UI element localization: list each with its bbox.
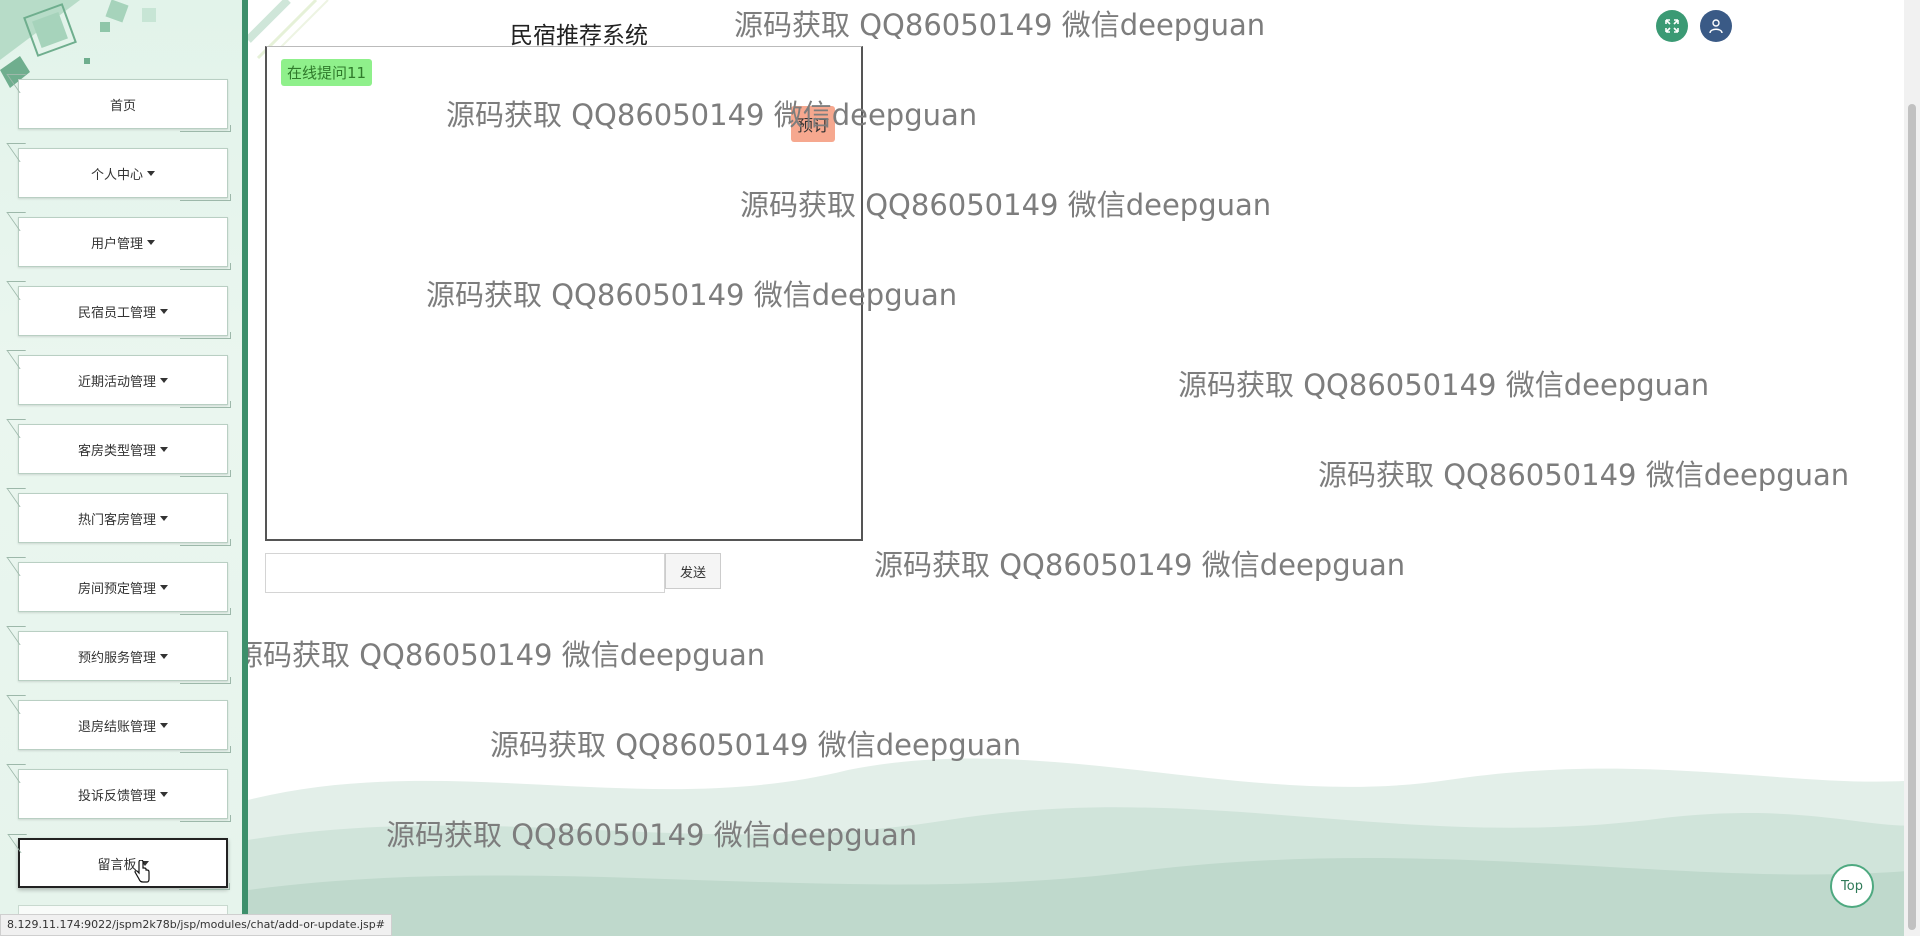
caret-down-icon xyxy=(160,446,168,452)
wave-background xyxy=(248,758,1920,936)
scrollbar-thumb[interactable] xyxy=(1908,104,1916,930)
page-title: 民宿推荐系统 xyxy=(510,23,648,49)
sidebar-item-activity-management[interactable]: 近期活动管理 xyxy=(18,355,231,408)
sidebar-item-service-management[interactable]: 预约服务管理 xyxy=(18,631,231,684)
sidebar-item-home[interactable]: 首页 xyxy=(18,79,231,132)
watermark-text: 源码获取 QQ86050149 微信deepguan xyxy=(874,548,1406,582)
caret-down-icon xyxy=(147,170,155,176)
sidebar-item-checkout-management[interactable]: 退房结账管理 xyxy=(18,700,231,753)
caret-down-icon xyxy=(160,722,168,728)
caret-down-icon xyxy=(160,377,168,383)
sidebar-item-hot-room-management[interactable]: 热门客房管理 xyxy=(18,493,231,546)
chat-reply-message: 预订 xyxy=(791,106,836,142)
user-button[interactable] xyxy=(1700,10,1732,42)
hand-pointer-icon xyxy=(134,860,150,883)
sidebar-item-label: 预约服务管理 xyxy=(77,650,156,666)
chat-input[interactable] xyxy=(265,553,665,593)
page-scrollbar[interactable] xyxy=(1904,0,1920,936)
send-button[interactable]: 发送 xyxy=(665,553,721,589)
sidebar-item-label: 热门客房管理 xyxy=(77,512,156,528)
sidebar-item-staff-management[interactable]: 民宿员工管理 xyxy=(18,286,231,339)
sidebar-item-booking-management[interactable]: 房间预定管理 xyxy=(18,562,231,615)
sidebar-item-label: 投诉反馈管理 xyxy=(77,788,156,804)
status-bar-url: 8.129.11.174:9022/jspm2k78b/jsp/modules/… xyxy=(0,914,392,936)
caret-down-icon xyxy=(160,584,168,590)
caret-down-icon xyxy=(160,653,168,659)
caret-down-icon xyxy=(147,239,155,245)
sidebar-item-personal-center[interactable]: 个人中心 xyxy=(18,148,231,201)
chat-history[interactable]: 在线提问11 预订 xyxy=(265,46,863,541)
user-icon xyxy=(1709,19,1723,34)
sidebar-item-label: 退房结账管理 xyxy=(77,719,156,735)
watermark-text: 源码获取 QQ86050149 微信deepguan xyxy=(1318,458,1850,492)
sidebar-item-label: 民宿员工管理 xyxy=(77,305,156,321)
sidebar-item-label: 用户管理 xyxy=(90,236,143,252)
sidebar-item-room-type-management[interactable]: 客房类型管理 xyxy=(18,424,231,477)
caret-down-icon xyxy=(160,308,168,314)
fullscreen-button[interactable] xyxy=(1656,10,1688,42)
sidebar-item-label: 个人中心 xyxy=(90,167,143,183)
sidebar-item-user-management[interactable]: 用户管理 xyxy=(18,217,231,270)
sidebar-item-label: 近期活动管理 xyxy=(77,374,156,390)
watermark-text: 源码获取 QQ86050149 微信deepguan xyxy=(248,638,766,672)
sidebar-item-complaint-management[interactable]: 投诉反馈管理 xyxy=(18,769,231,822)
sidebar-item-label: 房间预定管理 xyxy=(77,581,156,597)
watermark-text: 源码获取 QQ86050149 微信deepguan xyxy=(734,8,1266,42)
sidebar: 首页 个人中心 用户管理 民宿员工管理 近期活动管理 客房类型管理 热门客房管理… xyxy=(0,0,248,936)
sidebar-item-message-board[interactable]: 留言板 xyxy=(18,838,230,890)
main-content: 民宿推荐系统 在线提问11 预订 发送 源码获取 QQ86050149 微信de… xyxy=(248,0,1920,936)
expand-icon xyxy=(1665,19,1679,33)
caret-down-icon xyxy=(160,791,168,797)
caret-down-icon xyxy=(160,515,168,521)
sidebar-item-label: 客房类型管理 xyxy=(77,443,156,459)
sidebar-item-label: 留言板 xyxy=(97,857,137,873)
chat-question-message: 在线提问11 xyxy=(281,59,373,86)
watermark-text: 源码获取 QQ86050149 微信deepguan xyxy=(1178,368,1710,402)
sidebar-item-label: 首页 xyxy=(109,98,136,114)
back-to-top-button[interactable]: Top xyxy=(1830,864,1874,908)
